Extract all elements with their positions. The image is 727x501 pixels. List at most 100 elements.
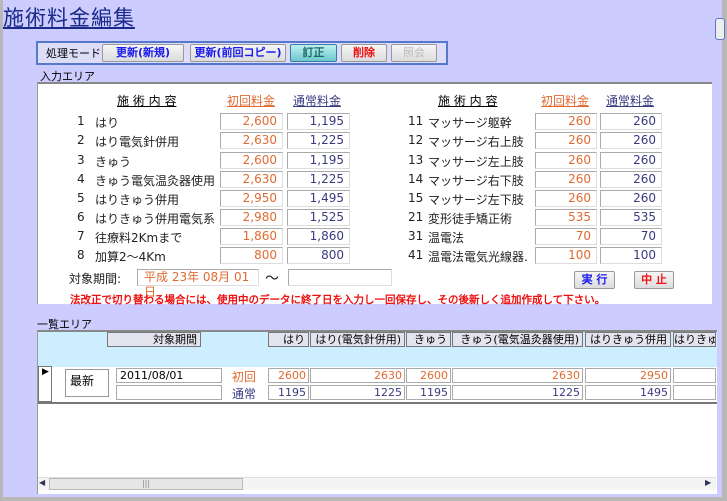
fee-row-number: 2 bbox=[77, 133, 85, 147]
column-header[interactable]: きゅう bbox=[406, 332, 451, 347]
column-header[interactable]: きゅう(電気温灸器使用) bbox=[452, 332, 583, 347]
first-fee-input[interactable]: 70 bbox=[535, 228, 597, 245]
first-fee-input[interactable]: 800 bbox=[220, 247, 283, 264]
normal-fee-input[interactable]: 1,225 bbox=[287, 132, 350, 149]
treatment-name: マッサージ左上肢 bbox=[428, 155, 524, 169]
fee-row-number: 5 bbox=[77, 191, 85, 205]
first-fee-input[interactable]: 2,630 bbox=[220, 132, 283, 149]
view-button[interactable]: 照会 bbox=[391, 44, 437, 62]
fee-row-number: 15 bbox=[408, 191, 424, 205]
normal-fee-input[interactable]: 260 bbox=[600, 152, 662, 169]
grid-first-cell[interactable] bbox=[673, 368, 716, 383]
status-latest: 最新 bbox=[65, 369, 109, 397]
grid-first-cell[interactable]: 2600 bbox=[406, 368, 451, 383]
grid-normal-cell[interactable]: 1225 bbox=[310, 385, 405, 400]
treatment-name: マッサージ躯幹 bbox=[428, 116, 512, 130]
scroll-left-icon[interactable]: ◀ bbox=[39, 478, 49, 490]
column-header[interactable]: はりきゅ bbox=[673, 332, 716, 347]
first-fee-input[interactable]: 260 bbox=[535, 190, 597, 207]
first-fee-input[interactable]: 2,950 bbox=[220, 190, 283, 207]
normal-fee-input[interactable]: 100 bbox=[600, 247, 662, 264]
normal-fee-input[interactable]: 535 bbox=[600, 209, 662, 226]
first-fee-input[interactable]: 2,630 bbox=[220, 171, 283, 188]
treatment-name: きゅう電気温灸器使用 bbox=[95, 174, 216, 188]
treatment-name: 温電法 bbox=[428, 231, 465, 245]
fee-row-number: 3 bbox=[77, 153, 85, 167]
fee-row-number: 13 bbox=[408, 153, 424, 167]
first-fee-input[interactable]: 1,860 bbox=[220, 228, 283, 245]
list-area-grid bbox=[37, 330, 717, 494]
copy-button[interactable]: 更新(前回コピー) bbox=[190, 44, 286, 62]
row-end-date[interactable] bbox=[116, 385, 222, 400]
partial-button-right[interactable] bbox=[715, 18, 725, 40]
treatment-name: 変形徒手矯正術 bbox=[428, 212, 513, 226]
treatment-name: マッサージ右下肢 bbox=[428, 174, 524, 188]
normal-fee-input[interactable]: 1,225 bbox=[287, 171, 350, 188]
normal-fee-input[interactable]: 1,860 bbox=[287, 228, 350, 245]
grid-first-cell[interactable]: 2630 bbox=[310, 368, 405, 383]
mode-label: 処理モード bbox=[46, 47, 101, 60]
treatment-name: マッサージ左下肢 bbox=[428, 193, 524, 207]
column-header[interactable]: 対象期間 bbox=[107, 332, 201, 347]
grid-normal-cell[interactable]: 1495 bbox=[585, 385, 671, 400]
first-fee-input[interactable]: 260 bbox=[535, 171, 597, 188]
first-fee-input[interactable]: 260 bbox=[535, 152, 597, 169]
fee-row-number: 41 bbox=[408, 248, 424, 262]
first-fee-input[interactable]: 2,600 bbox=[220, 152, 283, 169]
normal-fee-header-right: 通常料金 bbox=[606, 94, 655, 108]
normal-fee-input[interactable]: 1,495 bbox=[287, 190, 350, 207]
normal-fee-input[interactable]: 800 bbox=[287, 247, 350, 264]
grid-first-cell[interactable]: 2600 bbox=[268, 368, 309, 383]
normal-fee-input[interactable]: 260 bbox=[600, 132, 662, 149]
grid-first-cell[interactable]: 2630 bbox=[452, 368, 583, 383]
content-header: 施 術 内 容 bbox=[117, 94, 177, 108]
mode-toolbar: 処理モード 更新(新規) 更新(前回コピー) 訂正 削除 照会 bbox=[36, 41, 448, 65]
first-fee-input[interactable]: 535 bbox=[535, 209, 597, 226]
horizontal-scrollbar[interactable]: ◀ ||| ▶ bbox=[38, 477, 716, 490]
first-fee-input[interactable]: 2,980 bbox=[220, 209, 283, 226]
normal-fee-input[interactable]: 260 bbox=[600, 171, 662, 188]
normal-fee-input[interactable]: 260 bbox=[600, 113, 662, 130]
fee-row-number: 31 bbox=[408, 229, 424, 243]
fee-row-number: 12 bbox=[408, 133, 424, 147]
grid-first-cell[interactable]: 2950 bbox=[585, 368, 671, 383]
treatment-name: 往療料2Kmまで bbox=[95, 231, 183, 245]
period-start-input[interactable]: 平成 23年 08月 01日 bbox=[137, 269, 259, 299]
content-header-right: 施 術 内 容 bbox=[438, 94, 498, 108]
fee-row-number: 4 bbox=[77, 172, 85, 186]
normal-fee-input[interactable]: 260 bbox=[600, 190, 662, 207]
normal-fee-input[interactable]: 70 bbox=[600, 228, 662, 245]
normal-fee-input[interactable]: 1,195 bbox=[287, 152, 350, 169]
new-button[interactable]: 更新(新規) bbox=[102, 44, 184, 62]
grid-normal-cell[interactable]: 1225 bbox=[452, 385, 583, 400]
column-header[interactable]: はり bbox=[268, 332, 309, 347]
fee-row-number: 6 bbox=[77, 210, 85, 224]
period-end-input[interactable] bbox=[288, 269, 392, 286]
first-fee-input[interactable]: 260 bbox=[535, 113, 597, 130]
edit-button[interactable]: 訂正 bbox=[290, 44, 337, 62]
first-fee-input[interactable]: 2,600 bbox=[220, 113, 283, 130]
first-fee-input[interactable]: 260 bbox=[535, 132, 597, 149]
normal-fee-input[interactable]: 1,195 bbox=[287, 113, 350, 130]
first-fee-input[interactable]: 100 bbox=[535, 247, 597, 264]
cancel-button[interactable]: 中 止 bbox=[634, 271, 674, 289]
record-selector[interactable]: ▶ bbox=[38, 366, 52, 402]
execute-button[interactable]: 実 行 bbox=[574, 271, 615, 289]
column-header[interactable]: はりきゅう併用 bbox=[585, 332, 671, 347]
scroll-thumb[interactable]: ||| bbox=[49, 478, 243, 490]
scroll-right-icon[interactable]: ▶ bbox=[705, 478, 715, 490]
normal-fee-header: 通常料金 bbox=[293, 94, 342, 108]
first-label: 初回 bbox=[232, 370, 257, 384]
treatment-name: はり電気針併用 bbox=[95, 135, 180, 149]
treatment-name: はり bbox=[95, 116, 120, 130]
grid-normal-cell[interactable] bbox=[673, 385, 716, 400]
row-start-date[interactable]: 2011/08/01 bbox=[116, 368, 222, 383]
normal-fee-input[interactable]: 1,525 bbox=[287, 209, 350, 226]
grid-normal-cell[interactable]: 1195 bbox=[268, 385, 309, 400]
fee-row-number: 7 bbox=[77, 229, 85, 243]
column-header[interactable]: はり(電気針併用) bbox=[310, 332, 405, 347]
tilde: ～ bbox=[265, 271, 279, 287]
delete-button[interactable]: 削除 bbox=[341, 44, 387, 62]
grid-normal-cell[interactable]: 1195 bbox=[406, 385, 451, 400]
treatment-name: きゅう bbox=[95, 155, 132, 169]
